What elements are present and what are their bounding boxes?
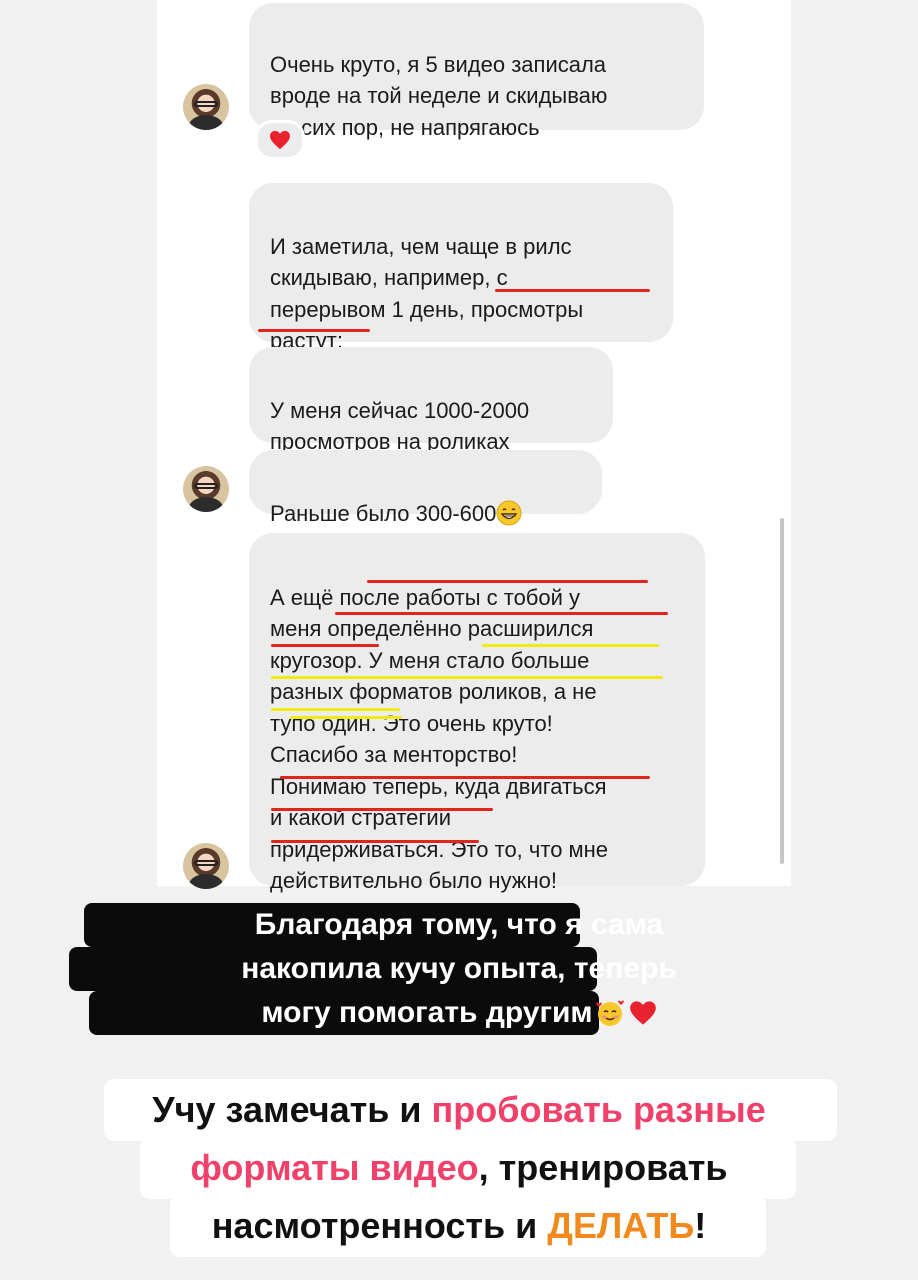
message-text: Очень круто, я 5 видео записала вроде на… bbox=[270, 51, 608, 140]
red-underline bbox=[280, 776, 650, 779]
caption-plain-text: насмотренность и bbox=[211, 1205, 548, 1246]
red-underline bbox=[367, 580, 648, 583]
avatar[interactable] bbox=[183, 843, 229, 889]
scrollbar[interactable] bbox=[780, 518, 784, 864]
message-bubble-1: Очень круто, я 5 видео записала вроде на… bbox=[249, 3, 704, 140]
smiling-face-with-hearts-icon bbox=[595, 1000, 624, 1026]
caption-line-2: накопила кучу опыта, теперь bbox=[241, 952, 677, 985]
message-bubble-3: У меня сейчас 1000-2000 просмотров на ро… bbox=[249, 347, 613, 454]
yellow-underline bbox=[271, 676, 663, 679]
message-text: И заметила, чем чаще в рилс скидываю, на… bbox=[270, 233, 584, 354]
message-text: Раньше было 300-600 bbox=[270, 500, 497, 526]
caption-line-1: Благодаря тому, что я сама bbox=[254, 908, 664, 941]
yellow-underline bbox=[482, 644, 659, 647]
caption-white-line-2: форматы видео, тренировать bbox=[0, 1137, 918, 1199]
heart-icon bbox=[629, 1001, 656, 1025]
glasses-detail bbox=[194, 860, 218, 866]
caption-end-text: ! bbox=[694, 1205, 707, 1246]
glasses-detail bbox=[194, 101, 218, 107]
grinning-face-icon bbox=[496, 500, 522, 525]
yellow-underline bbox=[271, 708, 400, 711]
avatar-body bbox=[189, 874, 223, 889]
glasses-detail bbox=[194, 483, 218, 489]
caption-white-line-3: насмотренность и ДЕЛАТЬ! bbox=[0, 1195, 918, 1257]
message-text: У меня сейчас 1000-2000 просмотров на ро… bbox=[270, 397, 530, 455]
red-underline bbox=[271, 644, 379, 647]
red-underline bbox=[258, 329, 370, 332]
avatar[interactable] bbox=[183, 466, 229, 512]
message-bubble-2: И заметила, чем чаще в рилс скидываю, на… bbox=[249, 183, 673, 353]
caption-white-line-1: Учу замечать и пробовать разные bbox=[0, 1079, 918, 1141]
caption-highlight-text: пробовать разные bbox=[431, 1089, 766, 1130]
avatar-body bbox=[189, 497, 223, 512]
caption-line-3-text: могу помогать другим bbox=[261, 996, 593, 1029]
heart-reaction[interactable] bbox=[255, 120, 305, 160]
avatar[interactable] bbox=[183, 84, 229, 130]
message-bubble-4: Раньше было 300-600 bbox=[249, 450, 602, 526]
caption-line-3: могу помогать другим bbox=[0, 991, 918, 1035]
red-underline bbox=[335, 612, 668, 615]
caption-accent-text: ДЕЛАТЬ bbox=[547, 1205, 695, 1246]
red-underline bbox=[495, 289, 650, 292]
message-text: А ещё после работы с тобой у меня опреде… bbox=[270, 584, 609, 894]
red-underline bbox=[271, 808, 493, 811]
heart-icon bbox=[270, 130, 290, 150]
caption-plain-text: , тренировать bbox=[478, 1147, 728, 1188]
caption-highlight-text: форматы видео bbox=[190, 1147, 479, 1188]
red-underline bbox=[271, 840, 479, 843]
caption-plain-text: Учу замечать и bbox=[152, 1089, 432, 1130]
yellow-underline bbox=[290, 716, 402, 719]
avatar-body bbox=[189, 115, 223, 130]
